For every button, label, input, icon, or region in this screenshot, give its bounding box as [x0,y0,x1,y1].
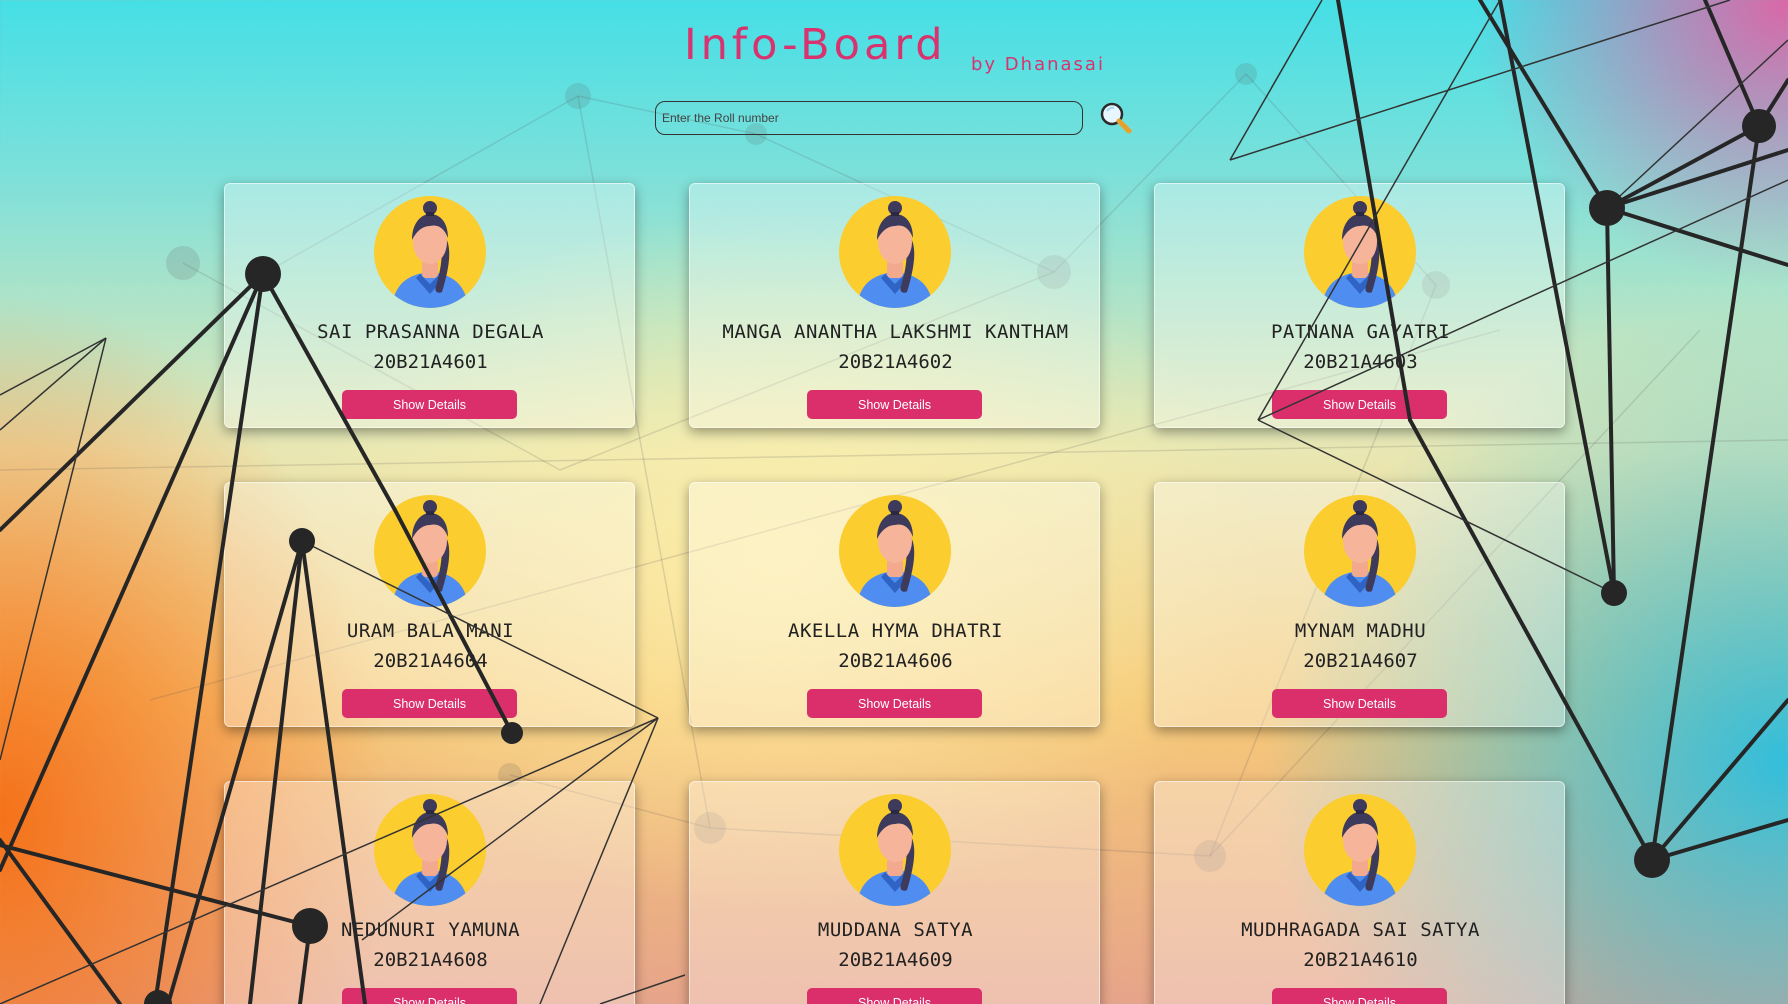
site-title: Info-Board [684,20,947,70]
student-card: PATNANA GAYATRI 20B21A4603 Show Details [1154,183,1565,428]
student-card: MYNAM MADHU 20B21A4607 Show Details [1154,482,1565,727]
student-card: NEDUNURI YAMUNA 20B21A4608 Show Details [224,781,635,1004]
student-avatar-icon [1304,196,1416,308]
student-roll-number: 20B21A4606 [838,650,953,672]
student-name: MUDHRAGADA SAI SATYA [1241,919,1480,941]
search-button[interactable] [1098,100,1134,136]
show-details-button[interactable]: Show Details [1272,390,1447,419]
show-details-button[interactable]: Show Details [342,689,517,718]
student-card: URAM BALA MANI 20B21A4604 Show Details [224,482,635,727]
student-avatar-icon [839,794,951,906]
student-avatar-icon [1304,495,1416,607]
student-card: MANGA ANANTHA LAKSHMI KANTHAM 20B21A4602… [689,183,1100,428]
student-avatar-icon [374,794,486,906]
site-byline: by Dhanasai [971,54,1105,75]
student-name: PATNANA GAYATRI [1270,321,1451,343]
student-roll-number: 20B21A4607 [1303,650,1418,672]
student-avatar-icon [839,495,951,607]
show-details-button[interactable]: Show Details [342,988,517,1004]
search-icon [1100,102,1132,134]
student-name: AKELLA HYMA DHATRI [788,620,1003,642]
show-details-button[interactable]: Show Details [1272,689,1447,718]
show-details-button[interactable]: Show Details [807,689,982,718]
student-roll-number: 20B21A4601 [373,351,488,373]
student-roll-number: 20B21A4604 [373,650,488,672]
student-roll-number: 20B21A4608 [373,949,488,971]
student-avatar-icon [374,495,486,607]
student-roll-number: 20B21A4610 [1303,949,1418,971]
student-name: URAM BALA MANI [346,620,515,642]
student-name: SAI PRASANNA DEGALA [317,321,544,343]
student-name: MANGA ANANTHA LAKSHMI KANTHAM [722,321,1069,343]
page-header: Info-Board by Dhanasai [0,20,1788,80]
show-details-button[interactable]: Show Details [807,390,982,419]
student-card: SAI PRASANNA DEGALA 20B21A4601 Show Deta… [224,183,635,428]
show-details-button[interactable]: Show Details [1272,988,1447,1004]
student-roll-number: 20B21A4603 [1303,351,1418,373]
student-avatar-icon [839,196,951,308]
student-name: MUDDANA SATYA [817,919,974,941]
student-avatar-icon [1304,794,1416,906]
student-card: AKELLA HYMA DHATRI 20B21A4606 Show Detai… [689,482,1100,727]
roll-number-search-input[interactable] [655,101,1083,135]
student-roll-number: 20B21A4602 [838,351,953,373]
student-name: MYNAM MADHU [1294,620,1427,642]
student-name: NEDUNURI YAMUNA [340,919,521,941]
student-avatar-icon [374,196,486,308]
show-details-button[interactable]: Show Details [342,390,517,419]
student-card: MUDDANA SATYA 20B21A4609 Show Details [689,781,1100,1004]
student-card: MUDHRAGADA SAI SATYA 20B21A4610 Show Det… [1154,781,1565,1004]
show-details-button[interactable]: Show Details [807,988,982,1004]
student-roll-number: 20B21A4609 [838,949,953,971]
